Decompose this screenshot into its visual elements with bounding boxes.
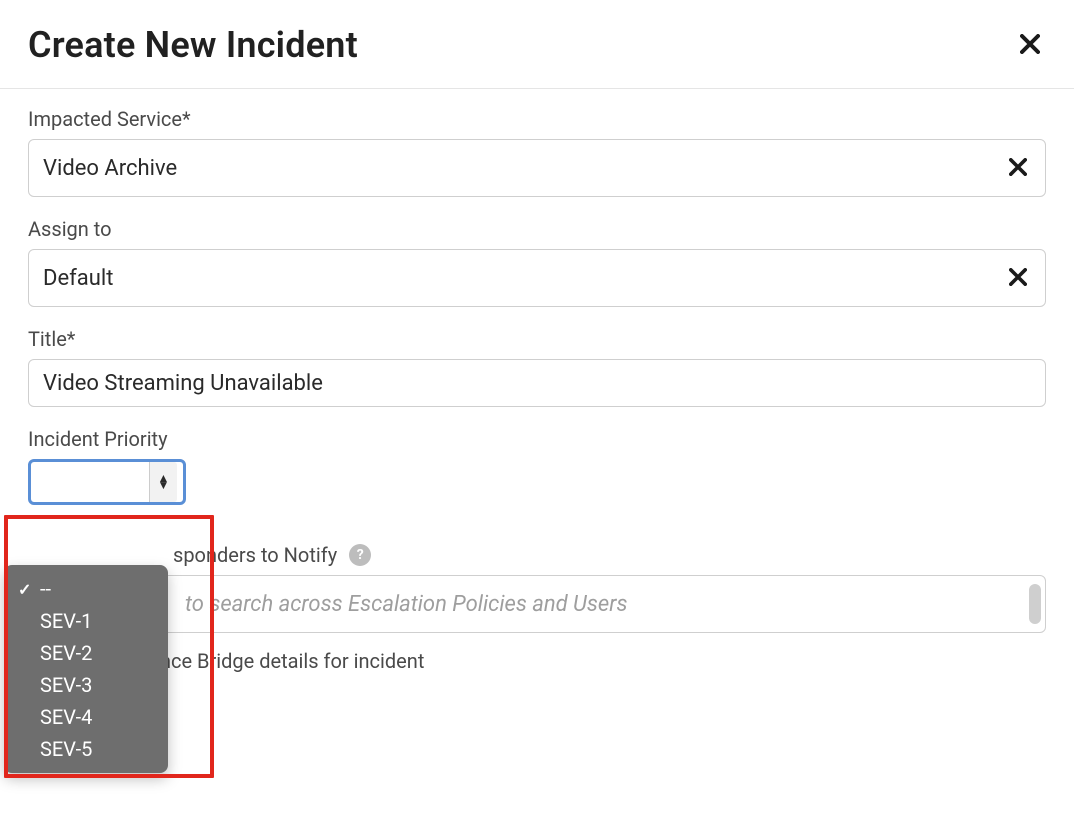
- clear-icon[interactable]: [1009, 264, 1027, 292]
- assign-to-value: Default: [43, 266, 113, 291]
- priority-option-label: SEV-3: [40, 673, 154, 697]
- assign-to-label: Assign to: [28, 217, 1046, 241]
- field-responders: sponders to Notify ?: [28, 543, 1046, 567]
- incident-priority-select[interactable]: ▲▼: [28, 459, 186, 505]
- priority-option-sev5[interactable]: SEV-5: [4, 733, 168, 765]
- priority-option-label: SEV-5: [40, 737, 154, 761]
- scroll-thumb[interactable]: [1029, 584, 1041, 624]
- priority-option-sev3[interactable]: SEV-3: [4, 669, 168, 701]
- impacted-service-select[interactable]: Video Archive: [28, 139, 1046, 197]
- impacted-service-value: Video Archive: [43, 156, 177, 181]
- field-incident-priority: Incident Priority ▲▼: [28, 427, 1046, 505]
- field-assign-to: Assign to Default: [28, 217, 1046, 307]
- priority-option-sev1[interactable]: SEV-1: [4, 605, 168, 637]
- conference-bridge-row: Set Conference Bridge details for incide…: [28, 649, 1046, 673]
- check-icon: ✓: [18, 580, 40, 599]
- responders-label: sponders to Notify: [28, 543, 337, 567]
- impacted-service-label: Impacted Service*: [28, 107, 1046, 131]
- help-icon[interactable]: ?: [349, 544, 371, 566]
- priority-option-none[interactable]: ✓ --: [4, 573, 168, 605]
- field-impacted-service: Impacted Service* Video Archive: [28, 107, 1046, 197]
- create-incident-modal: Create New Incident Impacted Service* Vi…: [0, 0, 1074, 673]
- priority-option-label: SEV-1: [40, 609, 154, 633]
- responders-input-wrap[interactable]: [28, 575, 1046, 633]
- clear-icon[interactable]: [1009, 154, 1027, 182]
- field-title: Title*: [28, 327, 1046, 407]
- modal-header: Create New Incident: [0, 0, 1074, 89]
- incident-priority-label: Incident Priority: [28, 427, 1046, 451]
- select-arrows-icon: ▲▼: [149, 462, 177, 502]
- priority-option-sev4[interactable]: SEV-4: [4, 701, 168, 733]
- priority-option-label: SEV-2: [40, 641, 154, 665]
- title-input[interactable]: [28, 359, 1046, 407]
- assign-to-select[interactable]: Default: [28, 249, 1046, 307]
- modal-title: Create New Incident: [28, 24, 358, 66]
- priority-option-sev2[interactable]: SEV-2: [4, 637, 168, 669]
- priority-option-label: --: [40, 577, 154, 601]
- close-icon[interactable]: [1014, 26, 1046, 64]
- responders-input[interactable]: [183, 591, 1031, 618]
- priority-option-label: SEV-4: [40, 705, 154, 729]
- priority-dropdown-menu: ✓ -- SEV-1 SEV-2 SEV-3 SEV-4 SEV-5: [4, 565, 168, 773]
- title-label: Title*: [28, 327, 1046, 351]
